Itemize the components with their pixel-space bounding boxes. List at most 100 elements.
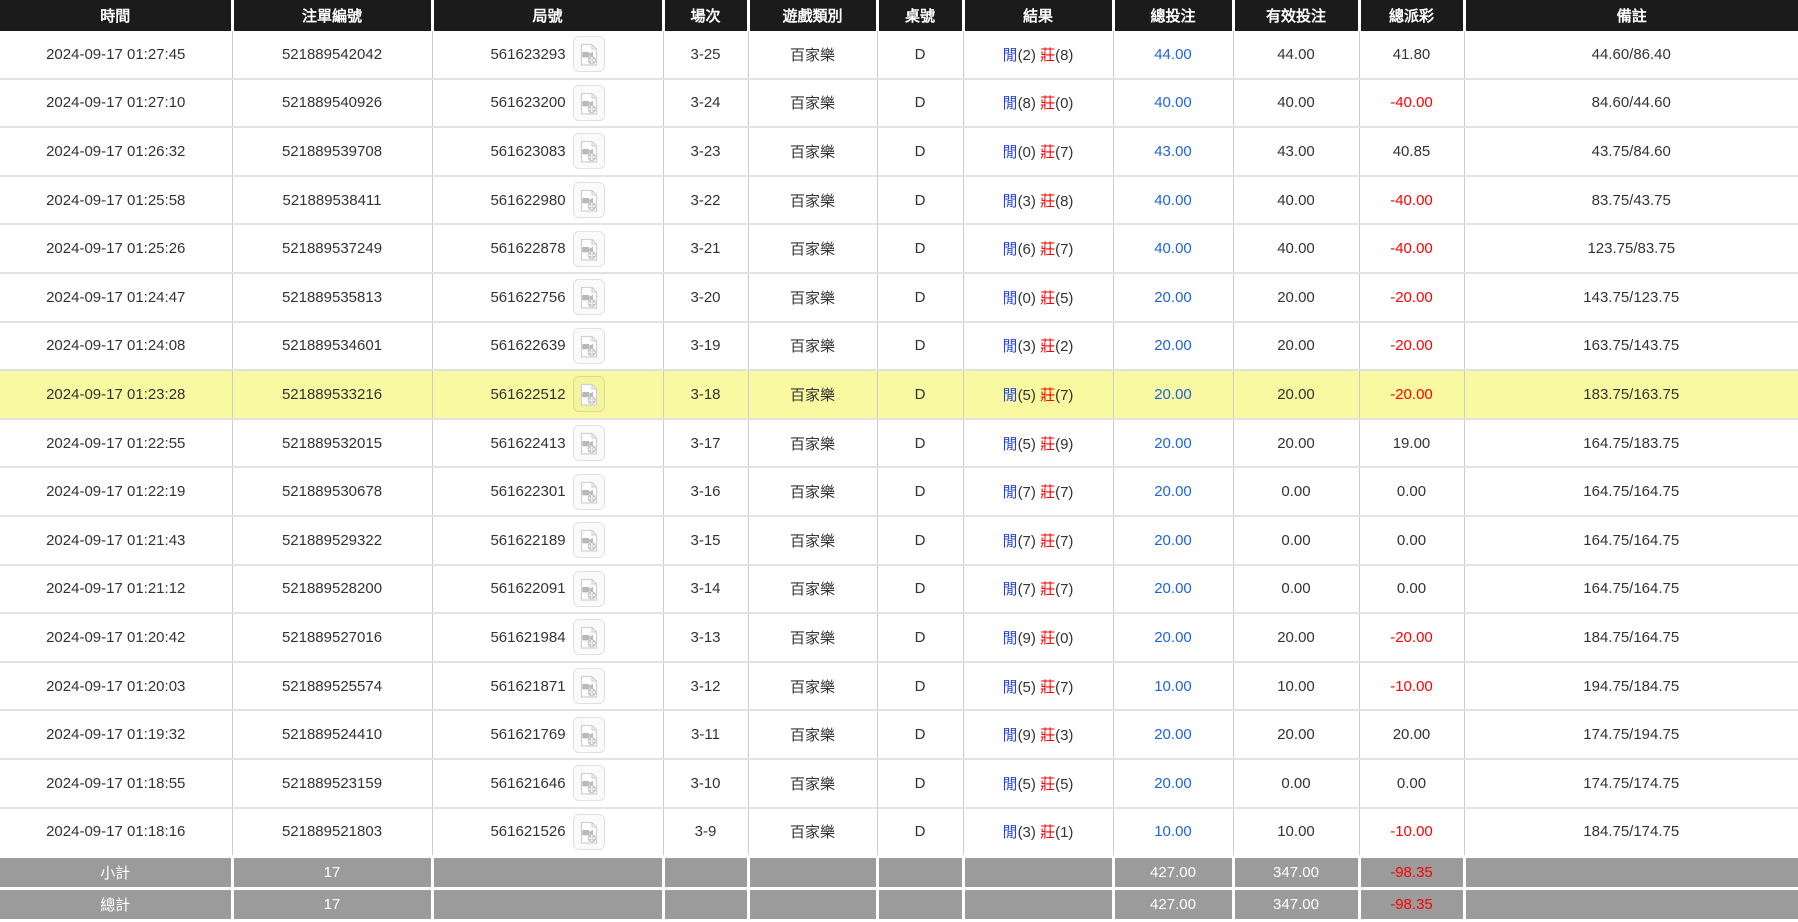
table-row[interactable]: 2024-09-17 01:25:26 521889537249 5616228… — [0, 224, 1798, 273]
video-replay-button[interactable] — [573, 765, 605, 801]
result-banker-score: (0) — [1055, 95, 1073, 112]
bet-time: 2024-09-17 01:20:42 — [46, 629, 185, 646]
cell-result: 閒(5) 莊(9) — [963, 419, 1113, 468]
table-no-label: D — [915, 678, 926, 695]
cell-payout: 0.00 — [1359, 516, 1464, 565]
summary-valid-bet: 347.00 — [1273, 896, 1319, 913]
table-row[interactable]: 2024-09-17 01:27:45 521889542042 5616232… — [0, 31, 1798, 79]
video-replay-button[interactable] — [573, 85, 605, 121]
table-row[interactable]: 2024-09-17 01:27:10 521889540926 5616232… — [0, 79, 1798, 128]
cell-payout: -40.00 — [1359, 224, 1464, 273]
video-replay-button[interactable] — [573, 474, 605, 510]
cell-remark: 164.75/164.75 — [1464, 565, 1798, 614]
cell-total-bet: 44.00 — [1113, 31, 1233, 79]
total-bet-amount[interactable]: 20.00 — [1154, 289, 1192, 306]
total-bet-amount[interactable]: 44.00 — [1154, 46, 1192, 63]
video-replay-icon — [579, 675, 599, 699]
payout-amount: -20.00 — [1390, 629, 1433, 646]
table-row[interactable]: 2024-09-17 01:22:19 521889530678 5616223… — [0, 467, 1798, 516]
video-replay-button[interactable] — [573, 522, 605, 558]
video-replay-button[interactable] — [573, 279, 605, 315]
total-bet-amount[interactable]: 20.00 — [1154, 483, 1192, 500]
total-bet-amount[interactable]: 20.00 — [1154, 532, 1192, 549]
total-bet-amount[interactable]: 20.00 — [1154, 726, 1192, 743]
result-player-score: (5) — [1018, 436, 1036, 453]
total-bet-amount[interactable]: 20.00 — [1154, 629, 1192, 646]
total-bet-amount[interactable]: 20.00 — [1154, 775, 1192, 792]
round-id: 561622301 — [490, 483, 565, 500]
video-replay-button[interactable] — [573, 231, 605, 267]
total-bet-amount[interactable]: 40.00 — [1154, 192, 1192, 209]
cell-payout: -20.00 — [1359, 273, 1464, 322]
video-replay-button[interactable] — [573, 619, 605, 655]
total-bet-amount[interactable]: 20.00 — [1154, 435, 1192, 452]
table-row[interactable]: 2024-09-17 01:19:32 521889524410 5616217… — [0, 710, 1798, 759]
video-replay-button[interactable] — [573, 571, 605, 607]
game-type-label: 百家樂 — [790, 95, 835, 112]
summary-empty-cell — [432, 857, 663, 889]
round-id: 561622189 — [490, 532, 565, 549]
bet-id: 521889537249 — [282, 240, 382, 257]
cell-remark: 174.75/194.75 — [1464, 710, 1798, 759]
video-replay-button[interactable] — [573, 376, 605, 412]
table-row[interactable]: 2024-09-17 01:24:08 521889534601 5616226… — [0, 322, 1798, 371]
total-bet-amount[interactable]: 40.00 — [1154, 94, 1192, 111]
video-replay-icon — [579, 140, 599, 164]
table-row[interactable]: 2024-09-17 01:21:43 521889529322 5616221… — [0, 516, 1798, 565]
video-replay-button[interactable] — [573, 668, 605, 704]
column-header-bet_id: 注單編號 — [232, 0, 432, 31]
cell-round-id: 561623083 — [432, 127, 663, 176]
table-row[interactable]: 2024-09-17 01:26:32 521889539708 5616230… — [0, 127, 1798, 176]
table-row[interactable]: 2024-09-17 01:22:55 521889532015 5616224… — [0, 419, 1798, 468]
total-bet-amount[interactable]: 10.00 — [1154, 823, 1192, 840]
video-replay-button[interactable] — [573, 814, 605, 850]
table-no-label: D — [915, 775, 926, 792]
total-bet-amount[interactable]: 20.00 — [1154, 580, 1192, 597]
table-row[interactable]: 2024-09-17 01:20:03 521889525574 5616218… — [0, 662, 1798, 711]
video-replay-button[interactable] — [573, 717, 605, 753]
result-player-label: 閒 — [1003, 581, 1018, 598]
cell-table-no: D — [877, 710, 963, 759]
table-header: 時間注單編號局號場次遊戲類別桌號結果總投注有效投注總派彩備註 — [0, 0, 1798, 31]
video-replay-button[interactable] — [573, 36, 605, 72]
video-replay-button[interactable] — [573, 182, 605, 218]
total-bet-amount[interactable]: 40.00 — [1154, 240, 1192, 257]
cell-remark: 83.75/43.75 — [1464, 176, 1798, 225]
valid-bet-amount: 40.00 — [1277, 94, 1315, 111]
result-banker-label: 莊 — [1040, 290, 1055, 307]
summary-payout: -98.35 — [1390, 896, 1433, 913]
table-row[interactable]: 2024-09-17 01:18:16 521889521803 5616215… — [0, 808, 1798, 857]
cell-bet-id: 521889538411 — [232, 176, 432, 225]
cell-payout: -10.00 — [1359, 662, 1464, 711]
cell-table-no: D — [877, 176, 963, 225]
cell-round-id: 561622189 — [432, 516, 663, 565]
cell-time: 2024-09-17 01:22:55 — [0, 419, 232, 468]
table-row[interactable]: 2024-09-17 01:21:12 521889528200 5616220… — [0, 565, 1798, 614]
table-row[interactable]: 2024-09-17 01:23:28 521889533216 5616225… — [0, 370, 1798, 419]
video-replay-button[interactable] — [573, 133, 605, 169]
total-bet-amount[interactable]: 20.00 — [1154, 386, 1192, 403]
table-no-label: D — [915, 386, 926, 403]
column-header-total_bet: 總投注 — [1113, 0, 1233, 31]
table-row[interactable]: 2024-09-17 01:18:55 521889523159 5616216… — [0, 759, 1798, 808]
cell-time: 2024-09-17 01:25:58 — [0, 176, 232, 225]
cell-time: 2024-09-17 01:26:32 — [0, 127, 232, 176]
table-row[interactable]: 2024-09-17 01:25:58 521889538411 5616229… — [0, 176, 1798, 225]
payout-amount: 0.00 — [1397, 483, 1426, 500]
round-id: 561621769 — [490, 726, 565, 743]
total-bet-amount[interactable]: 10.00 — [1154, 678, 1192, 695]
cell-bet-id: 521889539708 — [232, 127, 432, 176]
remark-text: 184.75/174.75 — [1583, 823, 1679, 840]
table-row[interactable]: 2024-09-17 01:20:42 521889527016 5616219… — [0, 613, 1798, 662]
video-replay-button[interactable] — [573, 425, 605, 461]
video-replay-button[interactable] — [573, 328, 605, 364]
total-bet-amount[interactable]: 20.00 — [1154, 337, 1192, 354]
cell-game-type: 百家樂 — [748, 565, 877, 614]
session-label: 3-25 — [690, 46, 720, 63]
total-bet-amount[interactable]: 43.00 — [1154, 143, 1192, 160]
valid-bet-amount: 0.00 — [1281, 580, 1310, 597]
cell-valid-bet: 0.00 — [1233, 516, 1359, 565]
cell-time: 2024-09-17 01:21:43 — [0, 516, 232, 565]
game-type-label: 百家樂 — [790, 47, 835, 64]
table-row[interactable]: 2024-09-17 01:24:47 521889535813 5616227… — [0, 273, 1798, 322]
